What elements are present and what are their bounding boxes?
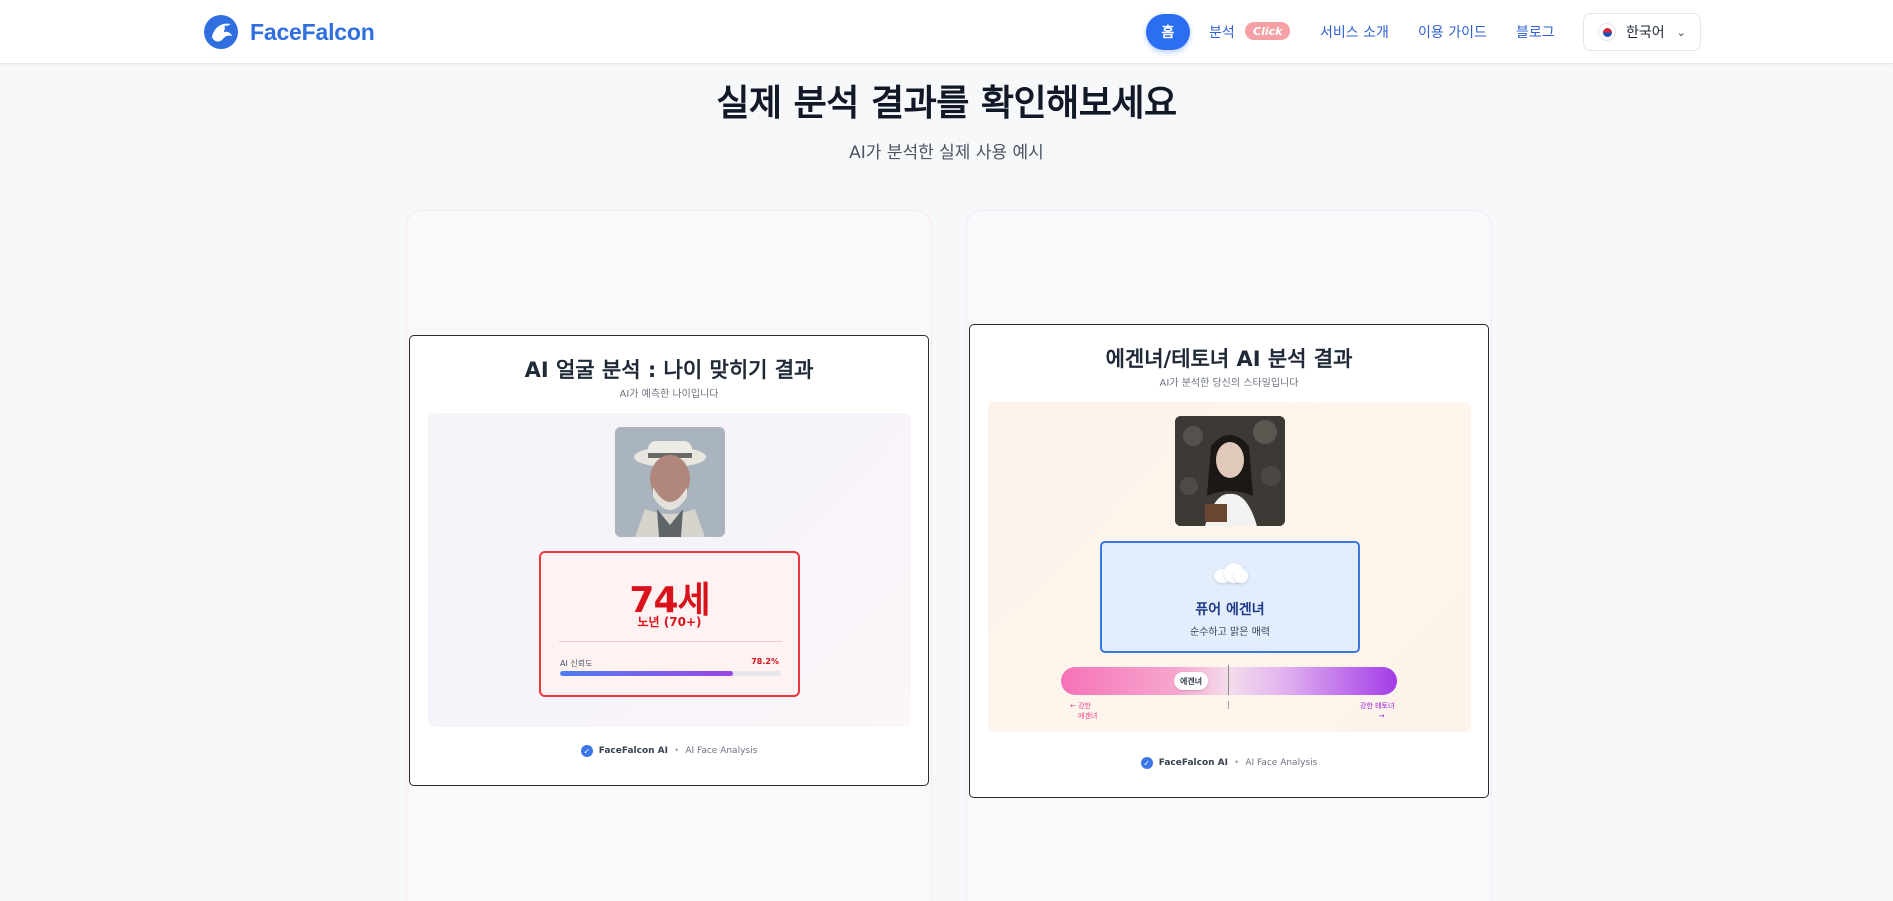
footer-text: AI Face Analysis [1245, 758, 1318, 768]
nav-click-badge[interactable]: Click [1245, 22, 1291, 40]
nav-guide-link[interactable]: 이용 가이드 [1418, 22, 1487, 42]
cloud-icon [1214, 563, 1248, 583]
spectrum-right-label-line2: → [1378, 712, 1385, 720]
footer-brand: FaceFalcon AI [1158, 758, 1228, 768]
nav-home-button[interactable]: 홈 [1146, 14, 1190, 50]
nav-analysis-link[interactable]: 분석 [1209, 22, 1235, 42]
spectrum-left-label-line1: ← 강한 [1070, 702, 1091, 710]
age-group: 노년 (70+) [637, 615, 702, 629]
footer-separator: • [1234, 758, 1240, 768]
spectrum-marker: 에겐녀 [1174, 672, 1209, 690]
confidence-label: AI 신뢰도 [560, 659, 593, 668]
age-card-subtitle: AI가 예측한 나이입니다 [619, 389, 719, 400]
korea-flag-icon [1598, 23, 1616, 41]
falcon-logo-icon [204, 15, 238, 49]
nav-about-link[interactable]: 서비스 소개 [1320, 22, 1389, 42]
footer-brand: FaceFalcon AI [598, 746, 668, 756]
woman-portrait-photo [1175, 416, 1285, 526]
result-divider [559, 641, 782, 642]
spectrum-left-label-line2: 에겐녀 [1078, 712, 1098, 720]
footer-separator: • [674, 746, 680, 756]
style-result-card[interactable]: 에겐녀/테토녀 AI 분석 결과 AI가 분석한 당신의 스타일입니다 퓨어 에… [969, 324, 1489, 798]
chevron-down-icon: ⌄ [1676, 25, 1686, 39]
style-card-subtitle: AI가 분석한 당신의 스타일입니다 [1159, 378, 1299, 389]
check-circle-icon: ✓ [580, 745, 593, 757]
age-card-footer: ✓ FaceFalcon AI • AI Face Analysis [410, 745, 928, 757]
confidence-bar-fill [560, 671, 733, 676]
language-selector[interactable]: 한국어 ⌄ [1583, 13, 1701, 51]
spectrum-left-label: ← 강한 에겐녀 [1070, 701, 1097, 721]
confidence-bar [560, 671, 781, 676]
style-result-box: 퓨어 에겐녀 순수하고 맑은 매력 [1100, 541, 1360, 653]
check-circle-icon: ✓ [1140, 757, 1153, 769]
page-title: 실제 분석 결과를 확인해보세요 [716, 83, 1177, 124]
page-subtitle: AI가 분석한 실제 사용 예시 [849, 143, 1044, 163]
confidence-value: 78.2% [751, 657, 779, 666]
spectrum-right-label-line1: 강한 테토녀 [1360, 702, 1395, 710]
top-navbar: FaceFalcon 홈 분석 Click 서비스 소개 이용 가이드 블로그 … [0, 0, 1893, 64]
age-result-card[interactable]: AI 얼굴 분석 : 나이 맞히기 결과 AI가 예측한 나이입니다 74세 노… [409, 335, 929, 786]
brand-name: FaceFalcon [250, 18, 375, 45]
style-type-description: 순수하고 맑은 매력 [1190, 627, 1270, 638]
age-card-title: AI 얼굴 분석 : 나이 맞히기 결과 [524, 358, 814, 382]
spectrum-right-label: 강한 테토녀 → [1360, 701, 1394, 721]
elderly-man-photo [615, 427, 725, 537]
style-type-name: 퓨어 에겐녀 [1195, 602, 1265, 618]
nav-blog-link[interactable]: 블로그 [1516, 22, 1555, 42]
age-result-box: 74세 노년 (70+) AI 신뢰도 78.2% [539, 551, 800, 697]
spectrum-center-tick [1228, 701, 1229, 709]
style-card-title: 에겐녀/테토녀 AI 분석 결과 [1105, 347, 1353, 371]
language-label: 한국어 [1626, 25, 1665, 41]
style-spectrum-bar: 에겐녀 [1061, 665, 1397, 695]
footer-text: AI Face Analysis [685, 746, 758, 756]
spectrum-center-line [1228, 665, 1229, 695]
brand-link[interactable]: FaceFalcon [204, 13, 375, 51]
style-card-footer: ✓ FaceFalcon AI • AI Face Analysis [970, 757, 1488, 769]
